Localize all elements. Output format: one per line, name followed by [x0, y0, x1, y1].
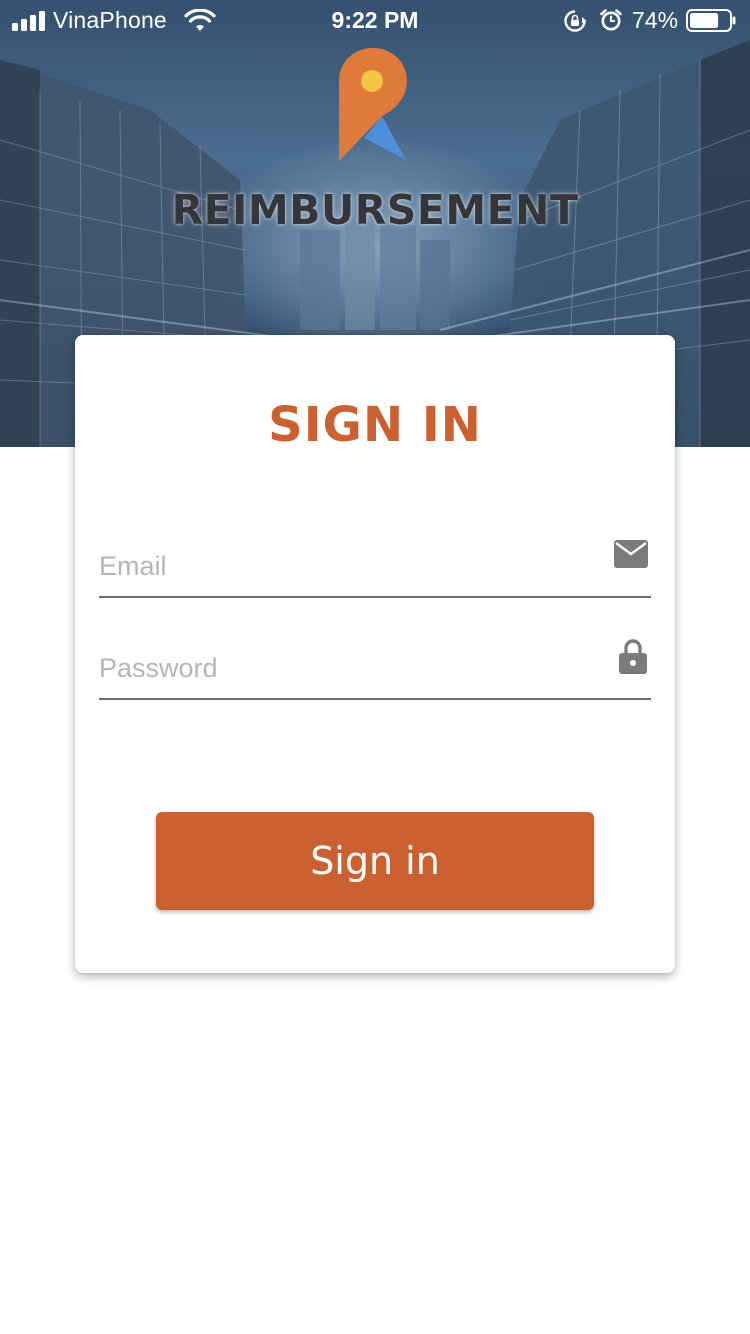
battery-percent: 74% [632, 7, 679, 33]
signin-card: SIGN IN Sign in [75, 335, 675, 973]
lock-icon [619, 639, 647, 674]
signin-title: SIGN IN [268, 397, 482, 453]
signin-button[interactable]: Sign in [156, 812, 594, 910]
envelope-icon [614, 540, 648, 568]
reimbursement-pin-logo-icon [339, 48, 407, 161]
battery-icon [686, 9, 736, 32]
rotation-lock-icon [564, 10, 587, 32]
email-input[interactable] [99, 544, 589, 588]
app-name: REIMBURSEMENT [171, 186, 579, 234]
alarm-icon [600, 9, 622, 31]
password-input[interactable] [99, 646, 589, 690]
email-field-container [99, 538, 651, 598]
password-field-container [99, 639, 651, 700]
status-bar: VinaPhone 9:22 PM 74% [0, 0, 750, 40]
